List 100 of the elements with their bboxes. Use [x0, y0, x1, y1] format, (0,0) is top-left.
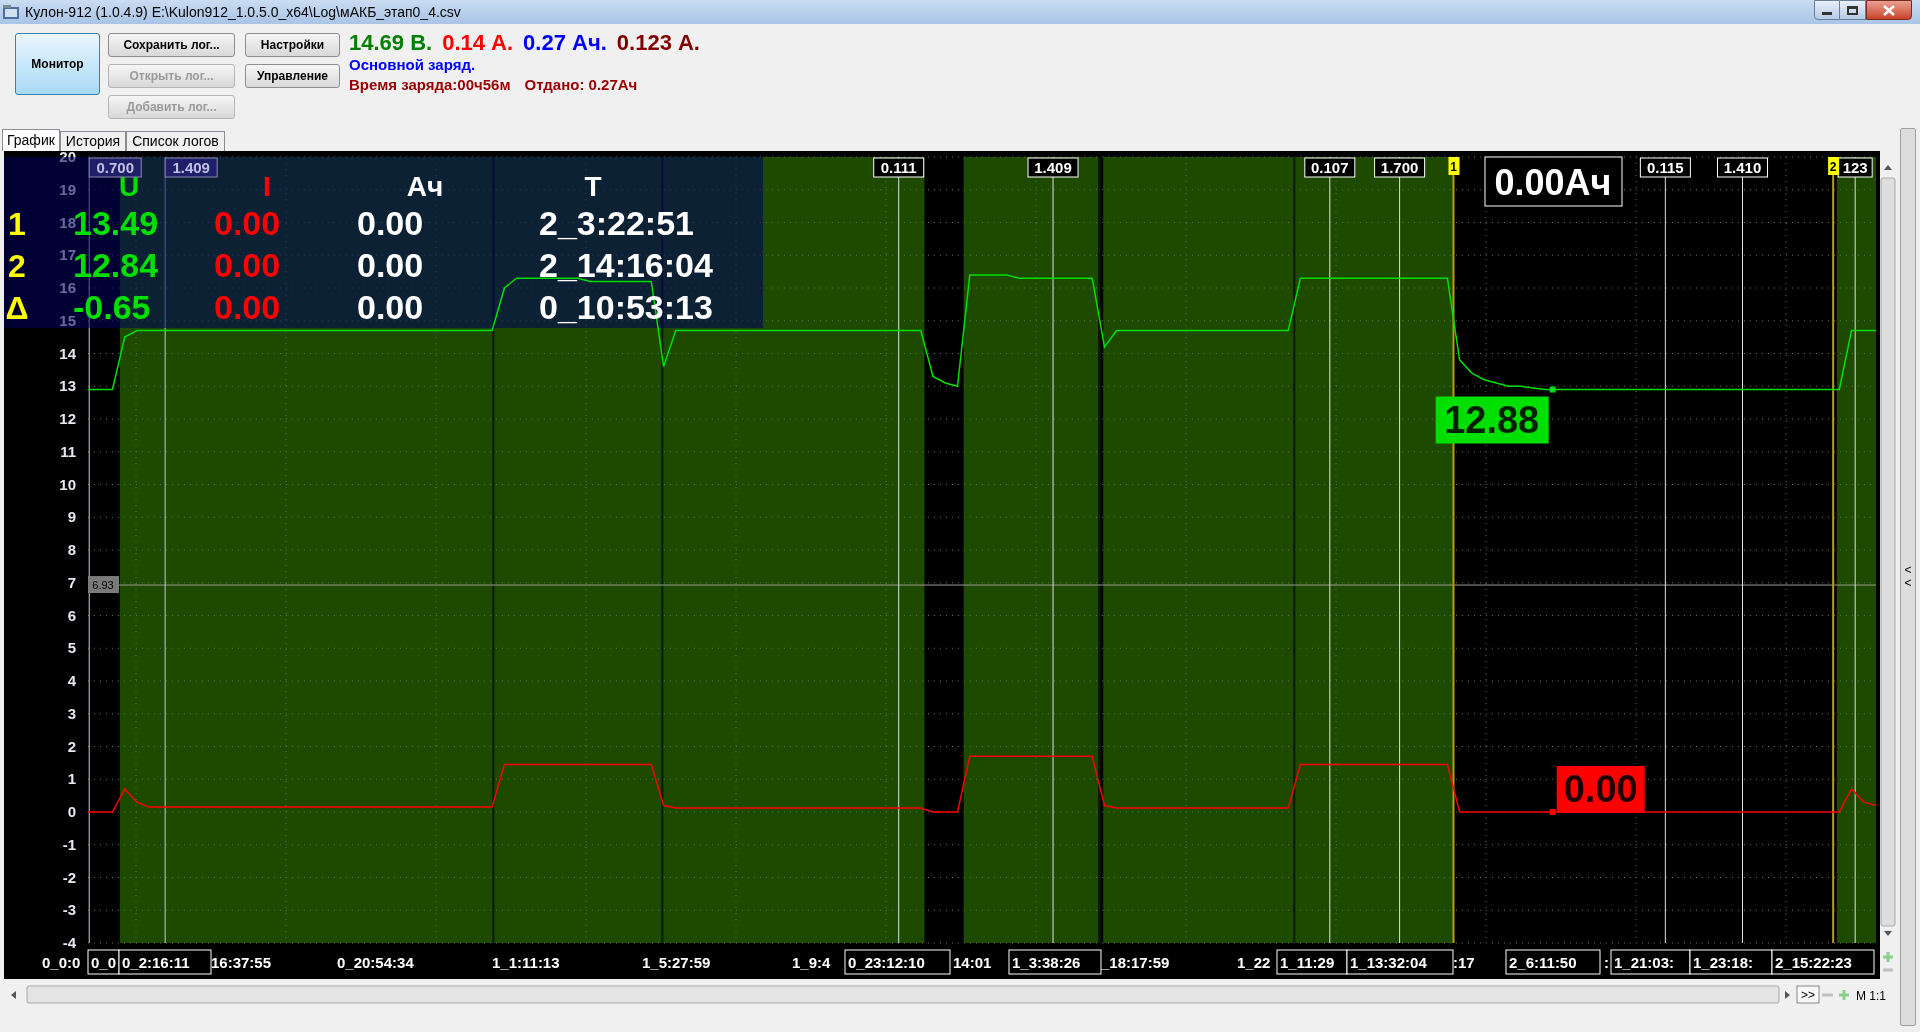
cursor-time-label: 0_0	[87, 949, 120, 975]
cursor-value: 0.700	[88, 157, 142, 178]
status-text: Время заряда:00ч56м	[349, 75, 511, 95]
cursor-time-label: 1_3:38:26	[1008, 949, 1102, 975]
axis-label: 1_1:11:13	[492, 954, 560, 971]
reading-value: 0.14 А.	[442, 30, 514, 56]
point-value: 0.00	[1556, 766, 1645, 813]
status-text: Отдано: 0.27Ач	[524, 75, 638, 95]
reading-value: 0.123 А.	[616, 30, 700, 56]
scroll-down-icon[interactable]	[1884, 931, 1892, 936]
axis-label: 16:37:55	[211, 954, 272, 971]
axis-label: 1_22	[1237, 954, 1271, 971]
axis-label: 6	[67, 606, 76, 624]
axis-label: 7	[67, 573, 76, 591]
scrollbar-thumb[interactable]	[26, 985, 1780, 1004]
axis-label: 3	[67, 704, 76, 722]
axis-label: 11	[60, 442, 76, 460]
charge-total: 0.00Ач	[1484, 156, 1623, 207]
cursor-value: 0.111	[873, 157, 925, 178]
axis-label: 0_0:0	[42, 954, 81, 971]
reading-value: 14.69 В.	[349, 30, 433, 56]
axis-label: 2	[67, 737, 76, 755]
cursor-time-label: 0_23:12:10	[844, 949, 951, 975]
axis-label: _18:17:59	[1101, 954, 1170, 971]
scrollbar-thumb[interactable]	[1880, 177, 1896, 927]
data-point	[1549, 386, 1556, 393]
toolbar-button[interactable]: Монитор	[15, 33, 100, 95]
axis-label: :	[1604, 954, 1609, 971]
axis-label: 1	[67, 770, 76, 788]
cursor-marker: 1	[1448, 157, 1460, 175]
axis-label: 1_9:4	[792, 954, 831, 971]
table-value: 2_14:16:04	[539, 246, 713, 284]
axis-label: 12	[59, 410, 76, 427]
cursor-value: 0.107	[1304, 157, 1356, 178]
cursor-value: 0.115	[1639, 157, 1691, 178]
tab[interactable]: История	[59, 131, 127, 151]
axis-label: -3	[62, 901, 76, 919]
cursor-value: 1.700	[1374, 157, 1426, 178]
cursor-time-label: 1_13:32:04	[1346, 949, 1454, 975]
tab[interactable]: Список логов	[126, 131, 225, 151]
row-label: 1	[8, 206, 26, 242]
cursor-value: 1.409	[1027, 157, 1079, 178]
table-value: 0.00	[214, 246, 281, 284]
ref-line-label: 6.93	[92, 579, 114, 592]
reference-value: 6.93	[88, 576, 119, 594]
table-value: 0.00	[357, 246, 424, 284]
cursor-marker: 2	[1828, 157, 1840, 175]
axis-label: 9	[67, 508, 76, 526]
side-panel-toggle[interactable]: <<	[1900, 128, 1916, 1026]
toolbar-button[interactable]: Настройки	[245, 33, 340, 57]
cursor-time-label: 2_6:11:50	[1505, 949, 1601, 975]
table-value: 0.00	[214, 204, 281, 242]
axis-label: 8	[67, 541, 76, 558]
column-header: T	[584, 171, 602, 202]
axis-label: 0_20:54:34	[337, 954, 414, 971]
cursor-time-label: 0_2:16:11	[118, 949, 212, 975]
row-label: 2	[8, 248, 26, 284]
maximize-button[interactable]	[1840, 0, 1866, 20]
cursor-time-label: 1_23:18:	[1689, 949, 1773, 975]
axis-label: 18	[59, 213, 76, 231]
toolbar-button[interactable]: Сохранить лог...	[108, 33, 235, 57]
table-value: 2_3:22:51	[539, 204, 694, 242]
window-title: Кулон-912 (1.0.4.9) E:\Kulon912_1.0.5.0_x64\Log\мАКБ_этап0_4.csv	[25, 2, 461, 22]
axis-label: 19	[59, 180, 76, 198]
column-header: Ач	[406, 171, 444, 202]
axis-label: 14:01	[953, 954, 992, 971]
zoom-label: M 1:1	[1856, 989, 1886, 1003]
table-value: 0.00	[214, 288, 281, 326]
cursor-time-label: 1_21:03:	[1610, 949, 1691, 975]
table-value: 0.00	[357, 204, 424, 242]
reading-value: 0.27 Ач.	[523, 30, 607, 56]
cursor-value: 1.409	[164, 157, 218, 178]
cursor-time-label: 1_11:29	[1276, 949, 1348, 975]
scroll-right-icon[interactable]	[1785, 991, 1790, 999]
axis-label: 0	[67, 803, 76, 820]
scroll-left-icon[interactable]	[11, 991, 16, 999]
scroll-up-icon[interactable]	[1884, 165, 1892, 170]
data-point	[1549, 809, 1556, 815]
axis-label: 20	[59, 151, 76, 165]
minimize-button[interactable]	[1814, 0, 1840, 20]
row-label: Δ	[5, 290, 29, 326]
cursor-value: 1.410	[1717, 157, 1768, 178]
axis-label: 14	[59, 344, 76, 362]
table-value: 0.00	[357, 288, 424, 326]
close-icon	[1883, 4, 1895, 16]
axis-label: -2	[62, 868, 76, 886]
tab[interactable]: График	[2, 129, 60, 151]
axis-label: -1	[62, 835, 76, 853]
fast-forward-button[interactable]: >>	[1796, 985, 1820, 1004]
cursor-value: 123	[1837, 157, 1873, 178]
point-value: 12.88	[1435, 396, 1549, 444]
charge-mode: Основной заряд.	[349, 56, 477, 74]
axis-label: :17	[1453, 954, 1475, 971]
close-button[interactable]	[1866, 0, 1912, 20]
cursor-time-label: 2_15:22:23	[1771, 949, 1875, 975]
axis-label: 13	[59, 377, 76, 395]
app-icon	[2, 4, 20, 20]
toolbar-button[interactable]: Управление	[245, 64, 340, 88]
axis-label: 4	[67, 672, 76, 689]
axis-label: 10	[59, 475, 76, 493]
